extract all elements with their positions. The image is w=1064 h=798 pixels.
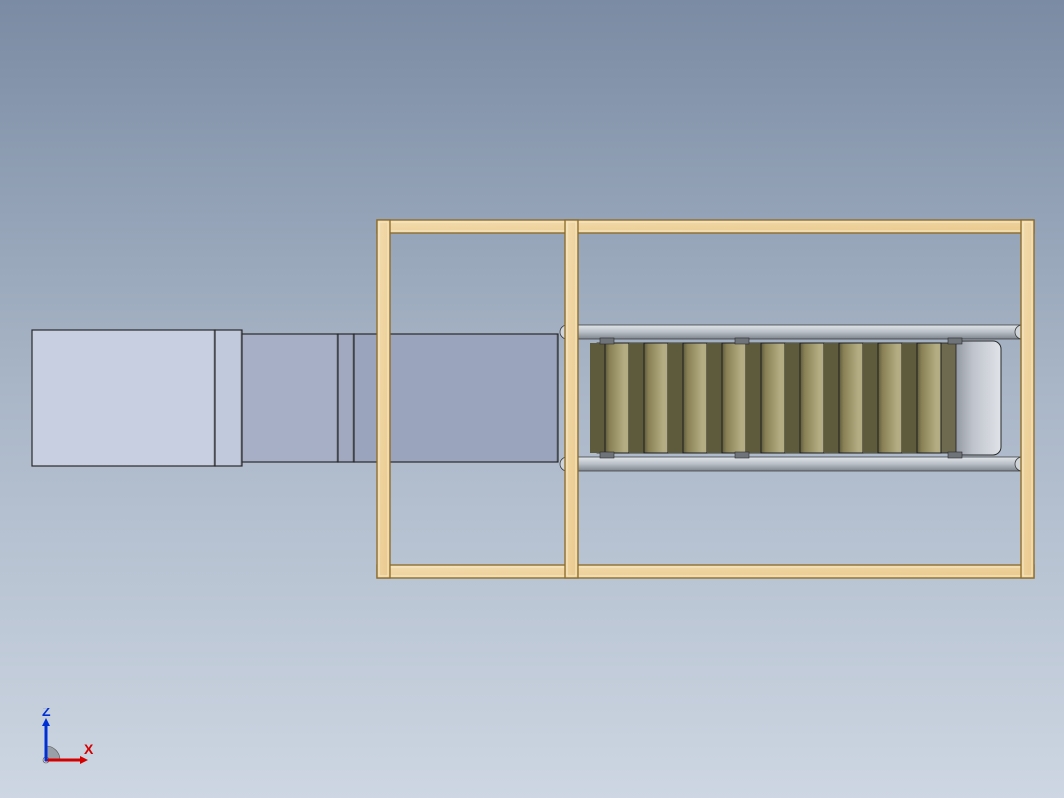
- model-render: [0, 0, 1064, 798]
- cad-viewport[interactable]: XZ: [0, 0, 1064, 798]
